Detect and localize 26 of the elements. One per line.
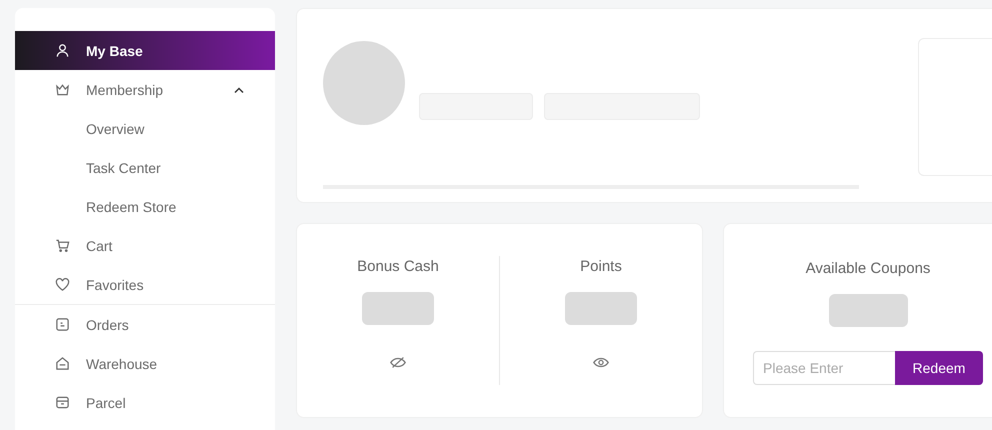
warehouse-icon [55, 356, 70, 371]
coupon-title: Available Coupons [806, 260, 930, 277]
heart-icon [55, 277, 70, 292]
value-placeholder [362, 292, 434, 325]
value-placeholder [565, 292, 637, 325]
cart-icon [55, 238, 70, 253]
sidebar-subitem[interactable]: Redeem Store [15, 187, 275, 226]
sidebar-item[interactable]: My Base [15, 31, 275, 70]
crown-icon [55, 82, 70, 97]
balance-label: Points [580, 258, 622, 275]
document-icon [55, 317, 70, 332]
user-icon [55, 43, 70, 58]
sidebar-item[interactable]: Cart [15, 226, 275, 265]
sidebar-item[interactable]: Membership [15, 70, 275, 109]
balance-label: Bonus Cash [357, 258, 439, 275]
sidebar-subitem[interactable]: Task Center [15, 148, 275, 187]
sidebar-item[interactable]: Parcel [15, 383, 275, 422]
eye-off-icon[interactable] [389, 356, 407, 369]
sidebar-item[interactable]: Warehouse [15, 344, 275, 383]
box-icon [55, 395, 70, 410]
coupon-input[interactable]: Please Enter [753, 351, 895, 385]
eye-icon[interactable] [592, 356, 610, 369]
sidebar-item[interactable]: Favorites [15, 265, 275, 304]
redeem-button[interactable]: Redeem [895, 351, 983, 385]
sidebar-subitem[interactable]: Overview [15, 109, 275, 148]
sidebar-item[interactable]: Orders [15, 305, 275, 344]
